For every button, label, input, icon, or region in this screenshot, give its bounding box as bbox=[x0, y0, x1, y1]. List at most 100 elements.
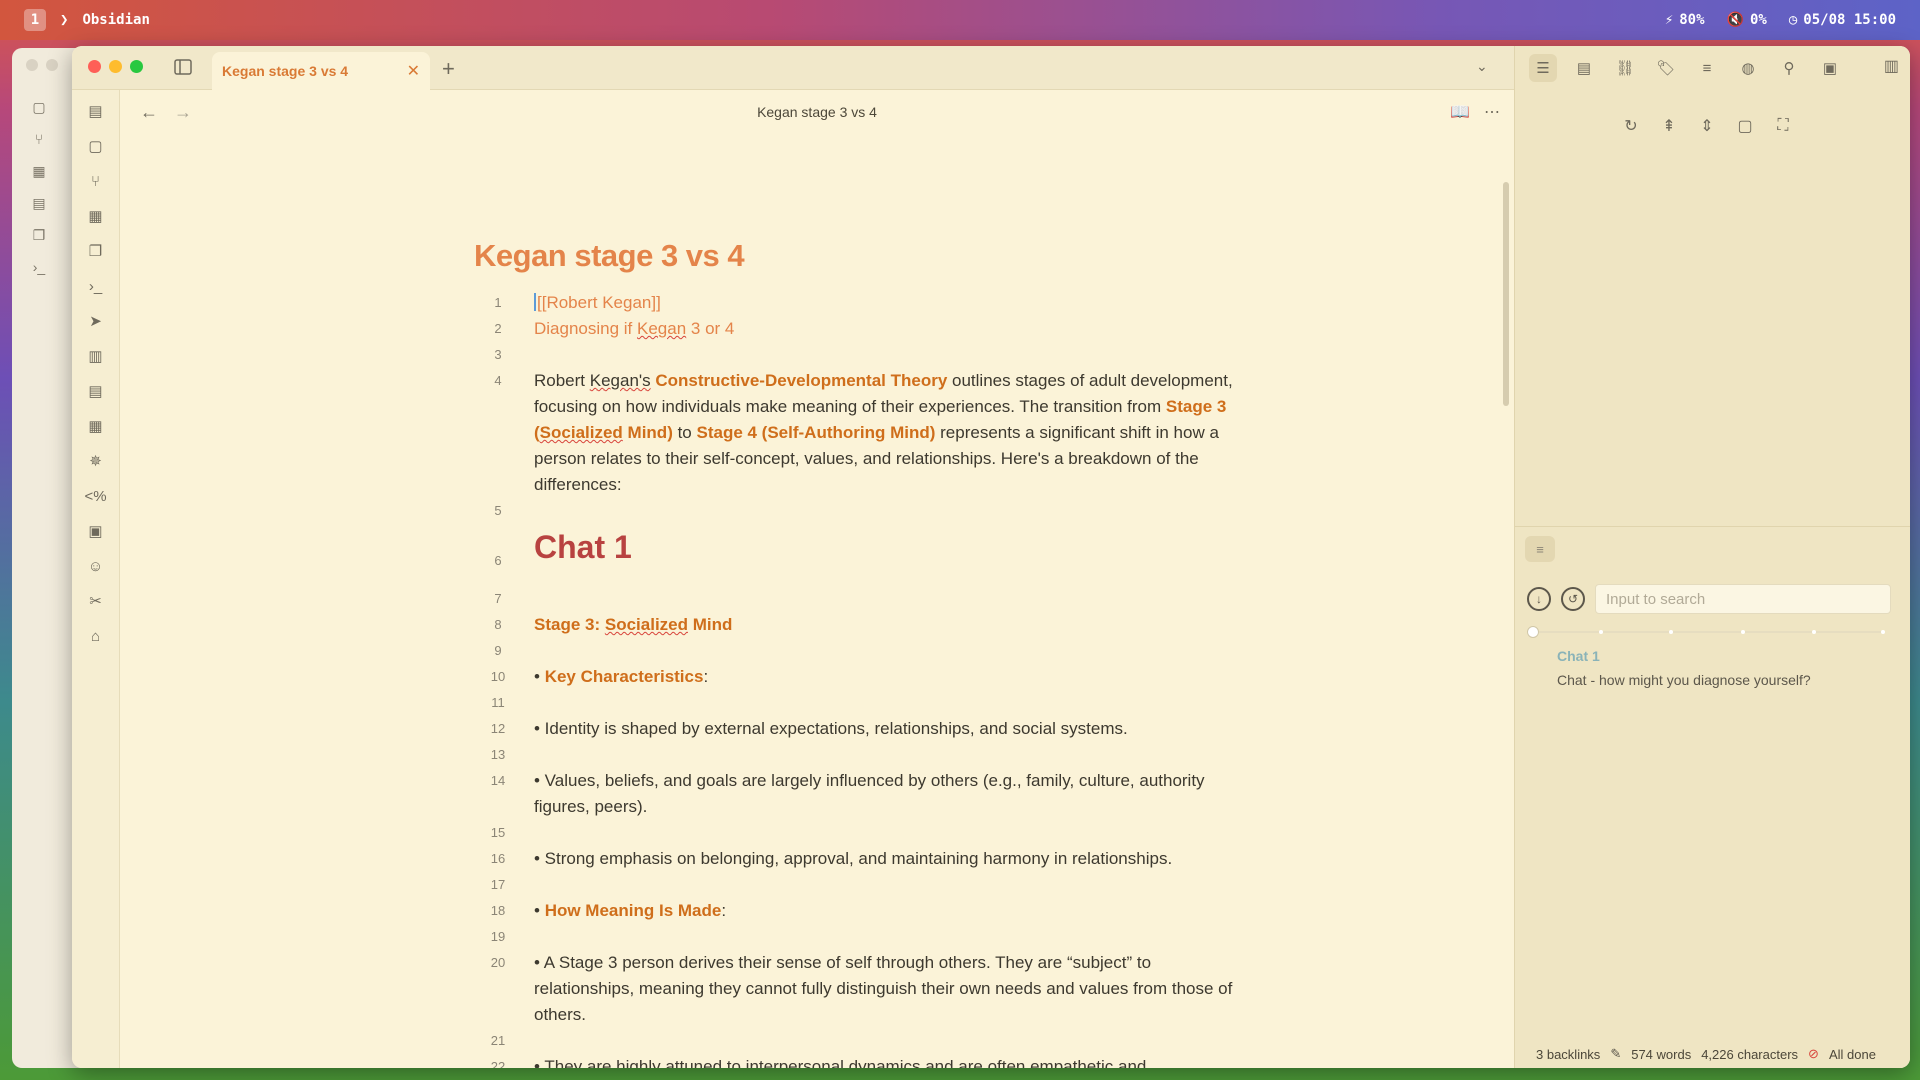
calendar-icon[interactable]: ▤ bbox=[30, 194, 48, 212]
tools-icon[interactable]: ✂ bbox=[85, 590, 107, 612]
sort-icon[interactable]: ⇞ bbox=[1657, 114, 1681, 138]
line-text: • They are highly attuned to interperson… bbox=[534, 1057, 1147, 1068]
editor-scrollbar[interactable] bbox=[1502, 134, 1510, 1068]
terminal-icon[interactable]: ›_ bbox=[30, 258, 48, 276]
link-icon[interactable]: ⚲ bbox=[1775, 54, 1803, 82]
outline-result-text[interactable]: Chat - how might you diagnose yourself? bbox=[1557, 672, 1811, 688]
focus-icon[interactable]: ⛶ bbox=[1771, 114, 1795, 138]
character-count: 4,226 characters bbox=[1701, 1046, 1799, 1062]
refresh-icon[interactable]: ↻ bbox=[1619, 114, 1643, 138]
minimize-window-button[interactable] bbox=[109, 60, 122, 73]
text-cursor bbox=[534, 293, 536, 311]
line-number: 8 bbox=[494, 617, 502, 632]
line-number: 22 bbox=[490, 1059, 506, 1068]
volume-level: 0% bbox=[1749, 12, 1767, 28]
table-icon[interactable]: ▦ bbox=[85, 415, 107, 437]
calendar-icon[interactable]: ▤ bbox=[1570, 54, 1598, 82]
line-text: • Key Characteristics: bbox=[534, 664, 1234, 690]
view-title[interactable]: Kegan stage 3 vs 4 bbox=[120, 104, 1514, 120]
presentation-icon[interactable]: ▣ bbox=[85, 520, 107, 542]
heading-level-slider[interactable] bbox=[1527, 626, 1885, 638]
tab-kegan-stage[interactable]: Kegan stage 3 vs 4 ✕ bbox=[212, 52, 430, 90]
line-number: 2 bbox=[494, 321, 502, 336]
volume-status[interactable]: 🔇 0% bbox=[1727, 12, 1767, 28]
terminal-icon[interactable]: ›_ bbox=[85, 275, 107, 297]
sync-status-icon[interactable]: ⊘ bbox=[1808, 1046, 1819, 1062]
maximize-window-button[interactable] bbox=[130, 60, 143, 73]
clock-text: 05/08 15:00 bbox=[1803, 12, 1896, 28]
graph-icon[interactable]: ⑂ bbox=[85, 170, 107, 192]
backlinks-count[interactable]: 3 backlinks bbox=[1536, 1047, 1600, 1062]
reading-view-icon[interactable]: 📖 bbox=[1450, 102, 1470, 122]
pencil-icon[interactable]: ✎ bbox=[1610, 1046, 1621, 1062]
bold-text: Key Characteristics bbox=[544, 667, 704, 686]
line-number: 21 bbox=[490, 1033, 506, 1048]
chevron-down-icon[interactable]: ⌄ bbox=[1476, 58, 1488, 75]
copy-icon[interactable]: ❐ bbox=[85, 240, 107, 262]
close-window-button[interactable] bbox=[88, 60, 101, 73]
text-run: Socialized bbox=[604, 615, 688, 634]
line-number: 16 bbox=[490, 851, 506, 866]
layout-icon[interactable]: ▥ bbox=[85, 345, 107, 367]
send-icon[interactable]: ➤ bbox=[85, 310, 107, 332]
bold-text: Mind) bbox=[622, 423, 673, 442]
copy-icon[interactable]: ❐ bbox=[30, 226, 48, 244]
calendar-icon[interactable]: ▤ bbox=[85, 100, 107, 122]
templater-icon[interactable]: <% bbox=[84, 485, 106, 507]
sync-status[interactable]: All done bbox=[1829, 1047, 1876, 1062]
outline-icon[interactable]: ☰ bbox=[1529, 54, 1557, 82]
page-title[interactable]: Kegan stage 3 vs 4 bbox=[474, 238, 745, 274]
palette-icon[interactable]: ◍ bbox=[1734, 54, 1762, 82]
graph-icon[interactable]: ⑂ bbox=[30, 130, 48, 148]
history-icon[interactable]: ↺ bbox=[1561, 587, 1585, 611]
outline-tab-icon[interactable]: ≡ bbox=[1525, 536, 1555, 562]
download-icon[interactable]: ↓ bbox=[1527, 587, 1551, 611]
battery-level: 80% bbox=[1679, 12, 1705, 28]
smiley-icon[interactable]: ☺ bbox=[85, 555, 107, 577]
window-controls bbox=[88, 60, 143, 73]
text-run: Robert bbox=[534, 371, 590, 390]
text-run: 3 or 4 bbox=[686, 319, 735, 338]
new-tab-icon[interactable]: + bbox=[442, 56, 455, 82]
text-run: Kegan bbox=[637, 319, 687, 338]
grid-icon[interactable]: ▦ bbox=[85, 205, 107, 227]
file-code-icon[interactable]: ▢ bbox=[1733, 114, 1757, 138]
line-text: Stage 3: Socialized Mind bbox=[534, 612, 1234, 638]
outgoing-links-icon[interactable]: ⛓ bbox=[1611, 54, 1639, 82]
left-ribbon: ▤ ▢ ⑂ ▦ ❐ ›_ ➤ ▥ ▤ ▦ ✵ <% ▣ ☺ ✂ ⌂ bbox=[72, 90, 120, 1068]
tags-icon[interactable]: 🏷 bbox=[1652, 54, 1680, 82]
right-sidebar-toggle-icon[interactable]: ▥ bbox=[1884, 56, 1899, 76]
line-number: 5 bbox=[494, 503, 502, 518]
calendar-alt-icon[interactable]: ▤ bbox=[85, 380, 107, 402]
line-text: Diagnosing if Kegan 3 or 4 bbox=[534, 316, 1234, 342]
calendar-check-icon[interactable]: ▣ bbox=[1816, 54, 1844, 82]
battery-status[interactable]: ⚡ 80% bbox=[1665, 12, 1705, 28]
wikilink-robert-kegan[interactable]: [[Robert Kegan]] bbox=[537, 293, 661, 312]
grid-icon[interactable]: ▦ bbox=[30, 162, 48, 180]
clock[interactable]: ◷ 05/08 15:00 bbox=[1789, 12, 1896, 28]
slider-knob[interactable] bbox=[1527, 626, 1539, 638]
right-sidebar: ☰ ▤ ⛓ 🏷 ≡ ◍ ⚲ ▣ ▥ ↻ ⇞ ⇕ ▢ ⛶ ≡ ↓ ↺ Input … bbox=[1514, 46, 1910, 1068]
editor[interactable]: Kegan stage 3 vs 4 1 [[Robert Kegan]] 2 … bbox=[120, 134, 1500, 1068]
scrollbar-thumb[interactable] bbox=[1503, 182, 1509, 406]
line-number: 9 bbox=[494, 643, 502, 658]
view-header: ← → Kegan stage 3 vs 4 📖 ⋯ bbox=[120, 90, 1514, 134]
star-badge-icon[interactable]: ✵ bbox=[85, 450, 107, 472]
outline-search: ↓ ↺ bbox=[1527, 584, 1891, 614]
bold-text: Socialized bbox=[539, 423, 623, 442]
close-tab-icon[interactable]: ✕ bbox=[407, 61, 420, 81]
file-search-icon[interactable]: ▢ bbox=[85, 135, 107, 157]
line-number: 12 bbox=[490, 721, 506, 736]
outline-search-input[interactable] bbox=[1595, 584, 1891, 614]
home-icon[interactable]: ⌂ bbox=[85, 625, 107, 647]
expand-collapse-icon[interactable]: ⇕ bbox=[1695, 114, 1719, 138]
more-options-icon[interactable]: ⋯ bbox=[1484, 102, 1500, 122]
list-icon[interactable]: ≡ bbox=[1693, 54, 1721, 82]
line-text: [[Robert Kegan]] bbox=[534, 290, 1234, 316]
workspace-badge[interactable]: 1 bbox=[24, 9, 46, 31]
file-icon[interactable]: ▢ bbox=[30, 98, 48, 116]
line-number: 13 bbox=[490, 747, 506, 762]
bold-text: How Meaning Is Made bbox=[544, 901, 722, 920]
outline-result-heading[interactable]: Chat 1 bbox=[1557, 648, 1600, 664]
sidebar-toggle-icon[interactable] bbox=[172, 56, 196, 80]
